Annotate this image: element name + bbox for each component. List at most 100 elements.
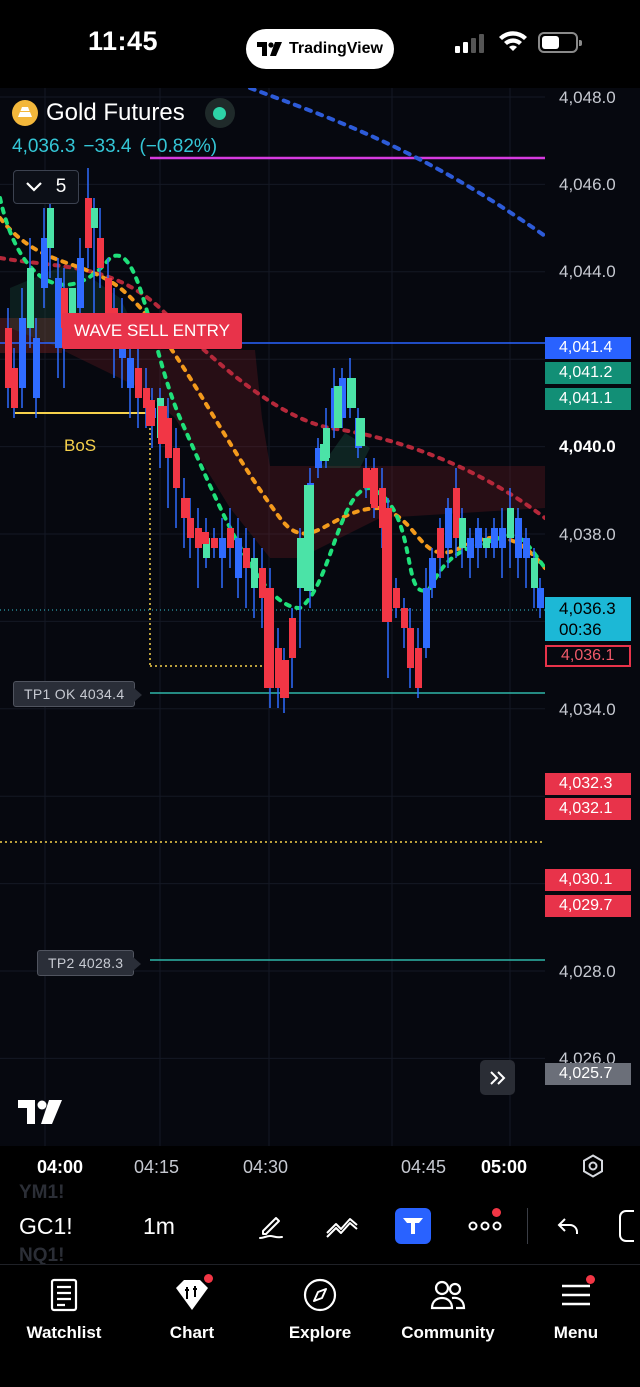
tv-assistant-icon [403,1218,423,1234]
scroll-to-realtime-button[interactable] [480,1060,515,1095]
undo-button[interactable] [548,1206,588,1246]
nav-chart[interactable]: Chart [128,1274,256,1343]
candle-body [264,588,273,688]
price-tag-red: 4,032.1 [545,798,631,820]
candle-body [445,508,452,548]
price-change: −33.4 [83,136,132,157]
tradingview-logo-icon [257,42,283,56]
community-icon [430,1280,466,1310]
chart-toolbar: YM1! GC1! NQ1! 1m [0,1182,640,1266]
candle-body [393,588,400,608]
indicators-toggle[interactable]: 5 [13,170,79,204]
tradingview-tools-button[interactable] [395,1208,431,1244]
candle-body [407,628,414,668]
fullscreen-icon [619,1210,634,1242]
chevron-down-icon [25,182,42,192]
quote-row: 4,036.3 −33.4 (−0.82%) [12,136,217,158]
gold-icon [12,100,38,126]
undo-icon [557,1218,578,1234]
candle-body [304,485,314,591]
candle-body [219,538,226,558]
toolbar-divider [527,1208,528,1244]
candle-body [423,588,430,648]
nav-menu[interactable]: Menu [512,1275,640,1343]
price-tag-red: 4,032.3 [545,773,631,795]
candle-body [437,528,444,558]
nav-explore[interactable]: Explore [256,1275,384,1343]
candle-body [515,518,522,558]
market-status-icon [204,98,235,128]
time-tick: 04:45 [401,1157,447,1177]
tradingview-pill[interactable]: TradingView [246,29,394,69]
cellular-signal-icon [455,33,484,53]
candle-body [523,538,530,558]
time-tick: 04:30 [243,1157,289,1177]
candle-body [499,528,506,548]
price-axis[interactable]: 4,048.0 4,046.0 4,044.0 4,040.0 4,038.0 … [545,88,640,1146]
status-clock: 11:45 [88,26,159,56]
symbol-name: Gold Futures [46,99,185,126]
price-tick: 4,046.0 [559,175,616,194]
ma-blue-line [248,88,545,238]
candle-body [235,538,242,578]
price-tag-gray: 4,025.7 [545,1063,631,1085]
symbol-ghost-previous: YM1! [19,1182,65,1203]
price-tick: 4,040.0 [559,437,616,456]
candle-body [531,558,538,588]
price-tag-green: 4,041.2 [545,362,631,384]
candle-body [135,368,142,398]
wave-sell-entry-label: WAVE SELL ENTRY [62,313,242,349]
candle-body [370,470,378,504]
symbol-button[interactable]: GC1! [19,1213,73,1240]
candle-body [27,268,34,328]
current-price-value: 4,036.3 [559,599,616,618]
watchlist-icon [50,1278,78,1312]
candle-body [182,498,190,518]
nav-label: Explore [288,1323,352,1342]
candle-body [429,558,436,588]
time-axis[interactable]: 04:00 04:15 04:30 04:45 05:00 [0,1146,640,1186]
candle-body [47,208,54,248]
fullscreen-button[interactable] [612,1206,640,1246]
candle-body [483,538,490,548]
notification-badge [204,1274,213,1283]
symbol-header[interactable]: Gold Futures [12,98,235,128]
candlestick-plot[interactable] [0,88,545,1146]
candle-body [187,518,194,538]
drawing-tool-button[interactable] [251,1206,291,1246]
battery-icon [538,32,582,53]
notification-badge [586,1275,595,1284]
interval-button[interactable]: 1m [143,1213,175,1240]
candle-body [401,608,408,628]
chart-icon [176,1280,208,1310]
candle-body [459,518,466,548]
price-tick: 4,044.0 [559,262,616,281]
candle-body [334,386,342,428]
bos-label: BoS [64,436,97,455]
candle-body [453,488,460,538]
chart-area[interactable]: Gold Futures 4,036.3 −33.4 (−0.82%) 5 WA… [0,88,640,1146]
price-tag-red: 4,030.1 [545,869,631,891]
current-price-tag: 4,036.3 00:36 [545,597,631,641]
candle-body [97,238,104,268]
compass-icon [303,1278,337,1312]
price-tag-blue: 4,041.4 [545,337,631,359]
nav-community[interactable]: Community [384,1275,512,1343]
candle-body [127,358,134,388]
candle-body [348,378,356,408]
price-tick: 4,038.0 [559,525,616,544]
candle-body [491,528,498,548]
menu-icon [562,1284,590,1306]
more-options-button[interactable] [465,1206,505,1246]
candle-body [289,618,296,658]
nav-watchlist[interactable]: Watchlist [0,1275,128,1343]
candle-body [280,660,289,698]
candle-body [251,558,258,588]
candle-body [158,406,167,444]
candle-body [382,512,392,622]
bar-countdown: 00:36 [559,620,602,639]
price-tick: 4,048.0 [559,88,616,107]
indicators-button[interactable] [322,1206,362,1246]
candle-body [5,328,12,388]
chart-settings-icon[interactable] [581,1154,605,1178]
